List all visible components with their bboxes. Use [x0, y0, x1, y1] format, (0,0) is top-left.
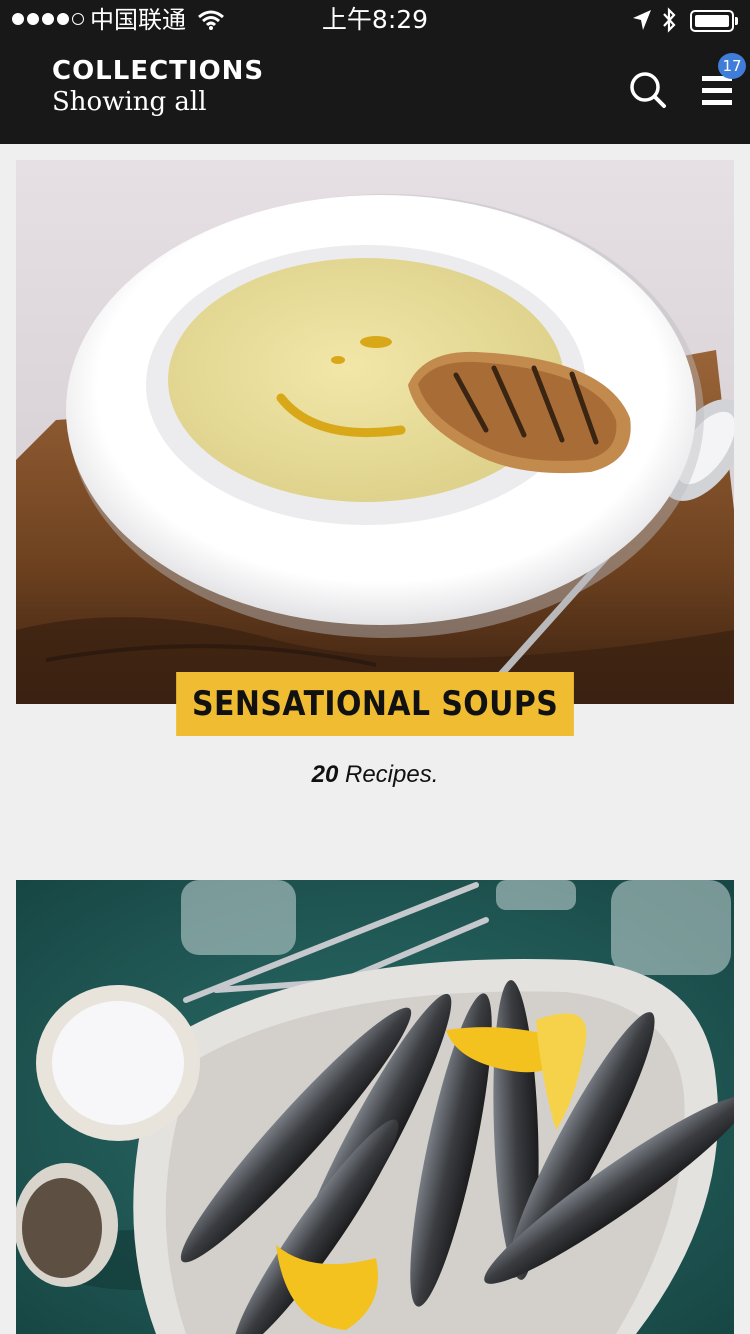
collection-image-soup	[16, 160, 734, 704]
collection-card-sardines[interactable]	[16, 880, 734, 1334]
carrier-name: 中国联通	[90, 6, 186, 34]
page-subtitle: Showing all	[52, 87, 207, 117]
collection-image-sardines	[16, 880, 734, 1334]
battery-icon	[690, 10, 738, 32]
search-button[interactable]	[628, 70, 668, 110]
collection-title: SENSATIONAL SOUPS	[175, 672, 574, 736]
recipe-count-suffix: Recipes.	[338, 761, 439, 788]
notification-badge: 17	[718, 53, 746, 79]
recipe-count: 20 Recipes.	[16, 760, 734, 790]
page-title: COLLECTIONS	[52, 56, 265, 86]
recipe-count-number: 20	[311, 761, 339, 788]
status-bar: 中国联通 上午8:29	[0, 0, 750, 40]
wifi-icon	[198, 10, 224, 35]
signal-icon	[12, 13, 84, 25]
search-icon	[630, 72, 666, 108]
app-header: COLLECTIONS Showing all 17	[0, 40, 750, 144]
location-icon	[632, 9, 652, 36]
collection-card-soups[interactable]: SENSATIONAL SOUPS 20 Recipes.	[16, 160, 734, 800]
bluetooth-icon	[661, 7, 677, 38]
